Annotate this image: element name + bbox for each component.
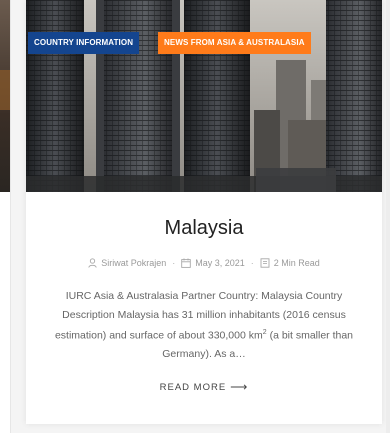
meta-separator: · (250, 258, 254, 268)
post-featured-image[interactable]: COUNTRY INFORMATION NEWS FROM ASIA & AUS… (26, 0, 382, 192)
calendar-icon (181, 258, 191, 270)
read-more-link[interactable]: READ MORE ⟶ (26, 380, 382, 394)
book-icon (260, 258, 270, 270)
post-excerpt: IURC Asia & Australasia Partner Country:… (40, 287, 368, 364)
previous-card[interactable] (0, 0, 11, 433)
arrow-right-icon[interactable]: ⟶ (230, 380, 248, 394)
post-author[interactable]: Siriwat Pokrajen (101, 258, 166, 268)
post-card: COUNTRY INFORMATION NEWS FROM ASIA & AUS… (26, 0, 382, 424)
meta-separator: · (172, 258, 176, 268)
category-tag-news-asia-australasia[interactable]: NEWS FROM ASIA & AUSTRALASIA (158, 32, 311, 54)
next-card-edge (386, 0, 390, 433)
user-icon (88, 258, 97, 270)
post-card-body: Malaysia Siriwat Pokrajen · May 3, 2021 · (26, 192, 382, 424)
category-tag-country-information[interactable]: COUNTRY INFORMATION (28, 32, 140, 54)
post-meta: Siriwat Pokrajen · May 3, 2021 · 2 Min Rea… (26, 258, 382, 270)
post-date[interactable]: May 3, 2021 (195, 258, 245, 268)
post-title[interactable]: Malaysia (26, 217, 382, 240)
city-skyline-image (26, 0, 382, 192)
page: COUNTRY INFORMATION NEWS FROM ASIA & AUS… (0, 0, 390, 433)
read-more-label[interactable]: READ MORE (160, 382, 227, 393)
post-read-time: 2 Min Read (273, 258, 320, 268)
previous-card-image[interactable] (0, 0, 10, 192)
